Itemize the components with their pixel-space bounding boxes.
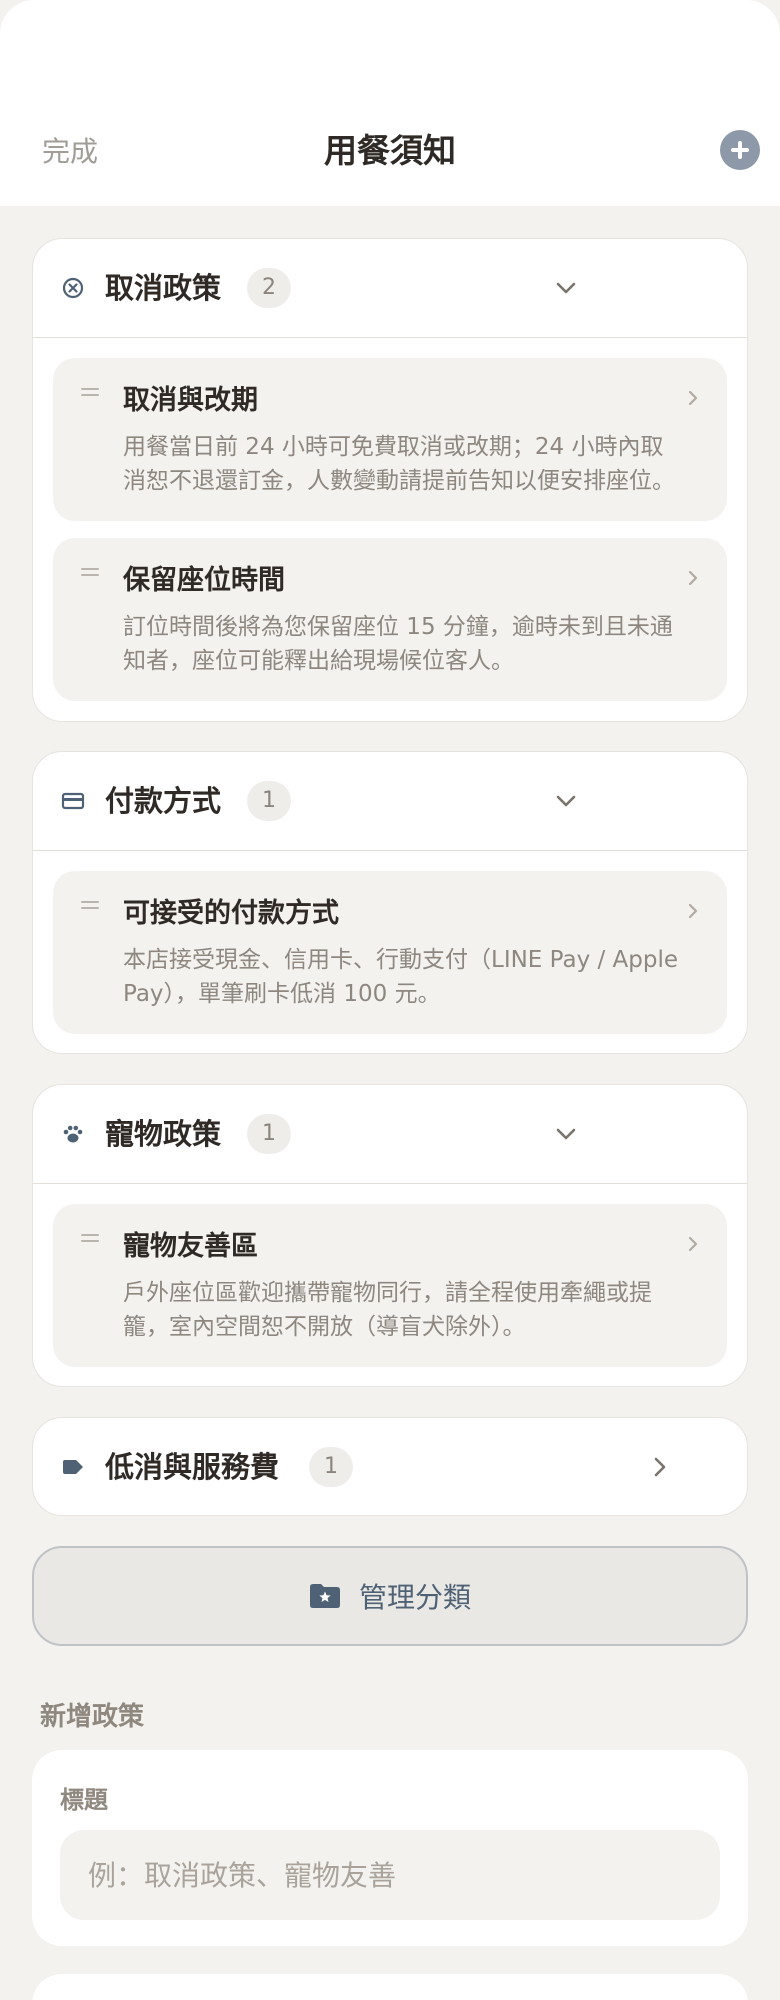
policy-desc: 訂位時間後將為您保留座位 15 分鐘，逾時未到且未通知者，座位可能釋出給現場候位… [123,614,673,674]
manage-categories-button[interactable]: 管理分類 [32,1546,748,1646]
manage-categories-label: 管理分類 [358,1581,471,1614]
category-card-pet: 寵物政策 1 寵物友善區 戶外座位區歡迎攜帶寵物同行，請全程使用牽繩或提籠，室內… [32,1084,748,1387]
add-policy-button[interactable] [720,130,760,170]
chevron-right-icon [688,570,698,586]
chevron-down-icon[interactable] [553,275,579,301]
policy-desc: 本店接受現金、信用卡、行動支付（LINE Pay / Apple Pay），單筆… [123,947,679,1007]
drag-handle-icon[interactable] [81,1234,99,1244]
category-title: 低消與服務費 [105,1450,280,1484]
title-field-label: 標題 [60,1786,108,1814]
policy-desc: 用餐當日前 24 小時可免費取消或改期；24 小時內取消恕不退還訂金，人數變動請… [123,434,675,494]
chevron-right-icon[interactable] [647,1454,673,1480]
x-circle-icon [61,276,85,300]
policy-item[interactable]: 保留座位時間 訂位時間後將為您保留座位 15 分鐘，逾時未到且未通知者，座位可能… [53,538,727,701]
plus-circle-icon [731,141,749,159]
chevron-right-icon [688,1236,698,1252]
page-title: 用餐須知 [324,131,456,170]
category-header[interactable]: 寵物政策 1 [33,1085,747,1183]
policy-title: 寵物友善區 [123,1231,258,1262]
new-policy-form: 標題 [32,1750,748,1946]
count-badge: 1 [247,1114,291,1154]
category-title: 取消政策 [105,271,222,305]
next-form-card [32,1974,748,2000]
drag-handle-icon[interactable] [81,901,99,911]
policy-list: 可接受的付款方式 本店接受現金、信用卡、行動支付（LINE Pay / Appl… [33,851,747,1053]
screen: 完成 用餐須知 取消政策 2 取消與改期 用餐當日前 24 小時可免費取消或改期… [0,0,780,2000]
chevron-down-icon[interactable] [553,1121,579,1147]
policy-list: 寵物友善區 戶外座位區歡迎攜帶寵物同行，請全程使用牽繩或提籠，室內空間恕不開放（… [33,1184,747,1386]
category-card-payment: 付款方式 1 可接受的付款方式 本店接受現金、信用卡、行動支付（LINE Pay… [32,751,748,1054]
policy-item[interactable]: 寵物友善區 戶外座位區歡迎攜帶寵物同行，請全程使用牽繩或提籠，室內空間恕不開放（… [53,1204,727,1367]
chevron-right-icon [688,903,698,919]
count-badge: 1 [309,1447,353,1487]
category-card-cancel: 取消政策 2 取消與改期 用餐當日前 24 小時可免費取消或改期；24 小時內取… [32,238,748,722]
category-header[interactable]: 付款方式 1 [33,752,747,850]
category-card-minimum-charge[interactable]: 低消與服務費 1 [32,1417,748,1516]
policy-title-input[interactable] [60,1830,720,1920]
policy-title: 取消與改期 [123,385,258,416]
credit-card-icon [61,789,85,813]
drag-handle-icon[interactable] [81,388,99,398]
nav-header: 完成 用餐須知 [0,0,780,206]
category-title: 寵物政策 [105,1117,222,1151]
tag-icon [61,1455,85,1479]
policy-title: 保留座位時間 [123,565,285,596]
chevron-right-icon [688,390,698,406]
paw-icon [61,1122,85,1146]
policy-item[interactable]: 可接受的付款方式 本店接受現金、信用卡、行動支付（LINE Pay / Appl… [53,871,727,1034]
category-header[interactable]: 取消政策 2 [33,239,747,337]
count-badge: 2 [247,268,291,308]
section-title-new-policy: 新增政策 [40,1702,145,1732]
count-badge: 1 [247,781,291,821]
folder-star-icon [309,1584,340,1608]
policy-list: 取消與改期 用餐當日前 24 小時可免費取消或改期；24 小時內取消恕不退還訂金… [33,338,747,721]
category-header[interactable]: 低消與服務費 1 [33,1418,747,1515]
chevron-down-icon[interactable] [553,788,579,814]
policy-item[interactable]: 取消與改期 用餐當日前 24 小時可免費取消或改期；24 小時內取消恕不退還訂金… [53,358,727,521]
drag-handle-icon[interactable] [81,568,99,578]
policy-desc: 戶外座位區歡迎攜帶寵物同行，請全程使用牽繩或提籠，室內空間恕不開放（導盲犬除外）… [123,1280,652,1340]
policy-title: 可接受的付款方式 [123,898,339,929]
category-title: 付款方式 [105,784,222,818]
